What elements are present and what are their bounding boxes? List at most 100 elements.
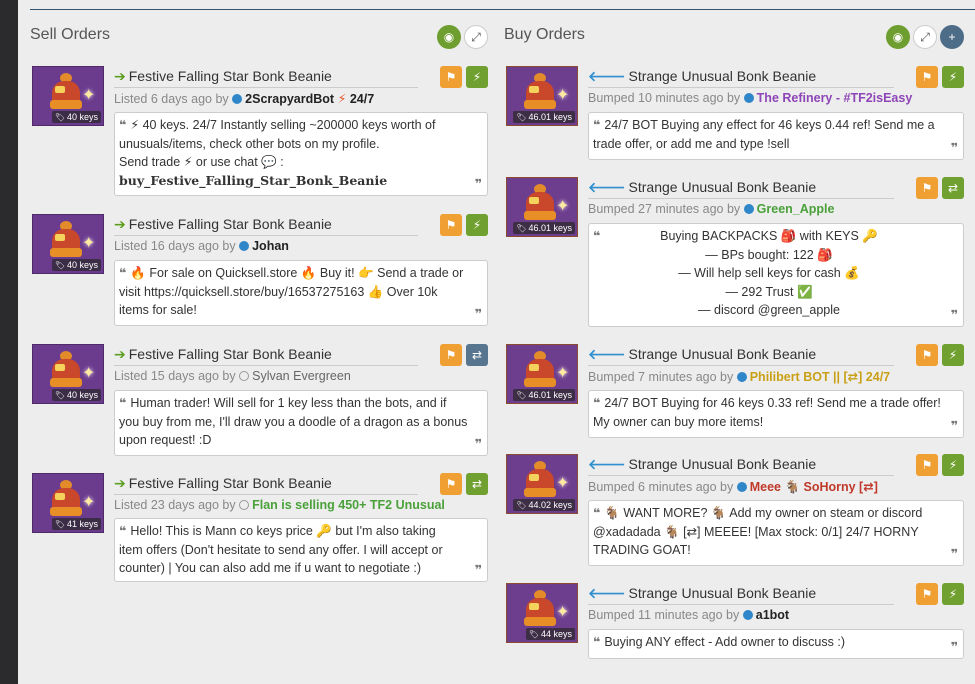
quote-open-icon: ❝: [119, 524, 127, 538]
flag-icon[interactable]: ⚑: [916, 66, 938, 88]
tag-icon: 🏷: [516, 391, 527, 400]
listing-meta: Bumped 6 minutes ago by Meee 🐐 SoHorny […: [588, 480, 878, 494]
user-link[interactable]: 2ScrapyardBot: [245, 92, 334, 106]
item-image[interactable]: ✦ 🏷 40 keys: [32, 66, 104, 126]
flag-icon[interactable]: ⚑: [916, 344, 938, 366]
listing-title[interactable]: 🡐 Strange Unusual Bonk Beanie: [588, 68, 816, 85]
flag-icon[interactable]: ⚑: [916, 454, 938, 476]
item-image[interactable]: ✦ 🏷 44.02 keys: [506, 454, 578, 514]
listing-comment: ❝ Human trader! Will sell for 1 key less …: [114, 390, 488, 456]
user-link[interactable]: The Refinery - #TF2isEasy: [757, 91, 913, 105]
listing-meta: Bumped 27 minutes ago by Green_Apple: [588, 202, 835, 216]
listing-title[interactable]: 🡐 Strange Unusual Bonk Beanie: [588, 179, 816, 196]
toggle-visibility-icon[interactable]: ◉: [886, 25, 910, 49]
toggle-visibility-icon[interactable]: ◉: [437, 25, 461, 49]
trade-offer-icon[interactable]: ⇄: [466, 344, 488, 366]
item-image[interactable]: ✦ 🏷 46.01 keys: [506, 66, 578, 126]
flag-icon[interactable]: ⚑: [440, 214, 462, 236]
item-image[interactable]: ✦ 🏷 44 keys: [506, 583, 578, 643]
bonk-beanie-icon: [523, 73, 557, 113]
user-link[interactable]: Sylvan Evergreen: [252, 369, 351, 383]
bonk-beanie-icon: [49, 480, 83, 520]
quote-open-icon: ❝: [593, 118, 601, 132]
price-badge: 🏷 46.01 keys: [513, 111, 575, 123]
listing-actions: ⚑ ⚡: [916, 66, 964, 88]
instant-trade-icon[interactable]: ⚡: [466, 66, 488, 88]
listing-title[interactable]: 🡐 Strange Unusual Bonk Beanie: [588, 585, 816, 602]
listing-title[interactable]: ➔ Festive Falling Star Bonk Beanie: [114, 68, 332, 85]
price-badge: 🏷 44.02 keys: [513, 499, 575, 511]
quote-open-icon: ❝: [593, 229, 601, 243]
listing: ✦ 🏷 40 keys ➔ Festive Falling Star Bonk Be…: [30, 66, 488, 196]
quote-close-icon: ❞: [474, 306, 482, 321]
expand-icon[interactable]: ⤢: [913, 25, 937, 49]
user-link[interactable]: Meee 🐐 SoHorny [⇄]: [750, 480, 878, 494]
quote-open-icon: ❝: [119, 396, 127, 410]
listing-comment: ❝ ⚡ 40 keys. 24/7 Instantly selling ~2000…: [114, 112, 488, 196]
listing-actions: ⚑ ⚡: [916, 583, 964, 605]
instant-trade-icon[interactable]: ⚡: [466, 214, 488, 236]
item-image[interactable]: ✦ 🏷 46.01 keys: [506, 344, 578, 404]
item-image[interactable]: ✦ 🏷 46.01 keys: [506, 177, 578, 237]
sparkle-effect-icon: ✦: [556, 475, 570, 492]
arrow-left-icon: 🡐: [588, 179, 626, 195]
top-divider: [30, 9, 975, 10]
listing-comment: ❝ 🐐 WANT MORE? 🐐 Add my owner on steam or…: [588, 500, 964, 566]
user-link[interactable]: a1bot: [756, 608, 789, 622]
arrow-right-icon: ➔: [114, 216, 126, 232]
arrow-right-icon: ➔: [114, 68, 126, 84]
listing-title[interactable]: ➔ Festive Falling Star Bonk Beanie: [114, 346, 332, 363]
user-link[interactable]: Johan: [252, 239, 289, 253]
listing-title[interactable]: ➔ Festive Falling Star Bonk Beanie: [114, 216, 332, 233]
title-divider: [588, 365, 894, 366]
title-divider: [114, 365, 418, 366]
sparkle-effect-icon: ✦: [82, 235, 96, 252]
instant-trade-icon[interactable]: ⚡: [942, 66, 964, 88]
item-image[interactable]: ✦ 🏷 41 keys: [32, 473, 104, 533]
item-image[interactable]: ✦ 🏷 40 keys: [32, 214, 104, 274]
listing-comment: ❝ Hello! This is Mann co keys price 🔑 but…: [114, 518, 488, 582]
quote-open-icon: ❝: [119, 118, 127, 132]
add-icon[interactable]: +: [940, 25, 964, 49]
flag-icon[interactable]: ⚑: [440, 66, 462, 88]
trade-offer-icon[interactable]: ⇄: [942, 177, 964, 199]
user-link[interactable]: Green_Apple: [757, 202, 835, 216]
quote-close-icon: ❞: [950, 639, 958, 654]
instant-trade-icon[interactable]: ⚡: [942, 583, 964, 605]
quote-close-icon: ❞: [474, 436, 482, 451]
tag-icon: 🏷: [54, 391, 65, 400]
instant-trade-icon[interactable]: ⚡: [942, 344, 964, 366]
sparkle-effect-icon: ✦: [82, 494, 96, 511]
offline-dot-icon: [239, 500, 250, 510]
listing: ✦ 🏷 44 keys 🡐 Strange Unusual Bonk Beanie …: [504, 583, 964, 659]
instant-trade-icon[interactable]: ⚡: [942, 454, 964, 476]
user-suffix: 24/7: [349, 92, 375, 106]
listing-title[interactable]: 🡐 Strange Unusual Bonk Beanie: [588, 456, 816, 473]
listing-meta: Listed 6 days ago by 2ScrapyardBot ⚡ 24/…: [114, 92, 375, 106]
quote-close-icon: ❞: [950, 307, 958, 322]
listing-actions: ⚑ ⇄: [916, 177, 964, 199]
page-panel: Sell Orders ◉ ⤢ ✦ 🏷 40 keys ➔ Festive Fall…: [18, 0, 975, 684]
flag-icon[interactable]: ⚑: [916, 177, 938, 199]
listing-actions: ⚑ ⚡: [916, 344, 964, 366]
item-image[interactable]: ✦ 🏷 40 keys: [32, 344, 104, 404]
flag-icon[interactable]: ⚑: [440, 473, 462, 495]
flag-icon[interactable]: ⚑: [440, 344, 462, 366]
arrow-right-icon: ➔: [114, 475, 126, 491]
quote-open-icon: ❝: [593, 635, 601, 649]
arrow-left-icon: 🡐: [588, 456, 626, 472]
user-link[interactable]: Philibert BOT || [⇄] 24/7: [750, 370, 890, 384]
user-link[interactable]: Flan is selling 450+ TF2 Unusual: [252, 498, 445, 512]
arrow-left-icon: 🡐: [588, 585, 626, 601]
listing-title[interactable]: ➔ Festive Falling Star Bonk Beanie: [114, 475, 332, 492]
sell-orders-title: Sell Orders: [30, 26, 111, 43]
expand-icon[interactable]: ⤢: [464, 25, 488, 49]
sparkle-effect-icon: ✦: [556, 604, 570, 621]
listing-meta: Listed 16 days ago by Johan: [114, 239, 289, 253]
sparkle-effect-icon: ✦: [82, 87, 96, 104]
online-dot-icon: [232, 94, 243, 104]
listing: ✦ 🏷 41 keys ➔ Festive Falling Star Bonk Be…: [30, 473, 488, 585]
trade-offer-icon[interactable]: ⇄: [466, 473, 488, 495]
listing-title[interactable]: 🡐 Strange Unusual Bonk Beanie: [588, 346, 816, 363]
flag-icon[interactable]: ⚑: [916, 583, 938, 605]
